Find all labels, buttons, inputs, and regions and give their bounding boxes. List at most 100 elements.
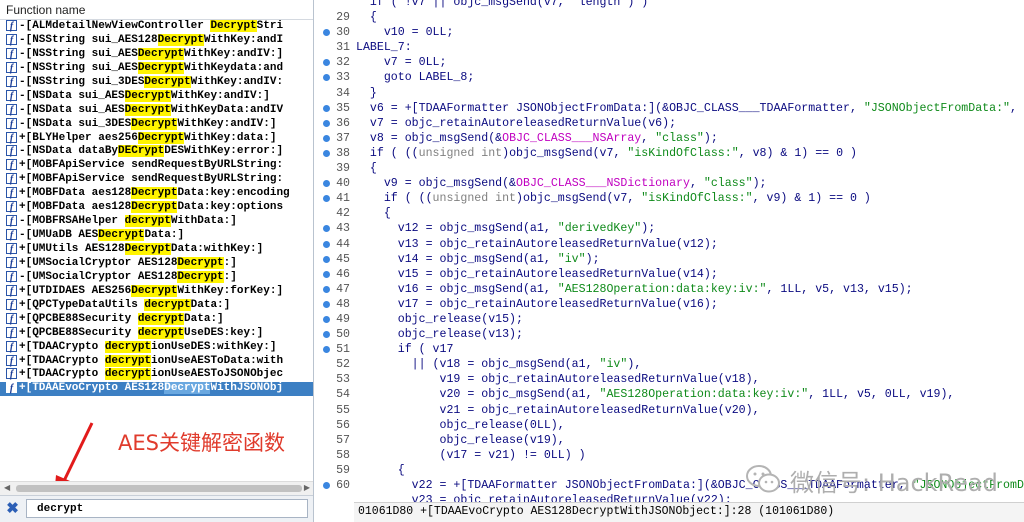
scroll-left-arrow-icon[interactable]: ◀ [4, 483, 10, 492]
code-line[interactable]: 45 v14 = objc_msgSend(a1, "iv"); [314, 252, 1024, 267]
code-token: unsigned int [418, 146, 503, 160]
breakpoint-dot-icon[interactable] [323, 482, 330, 489]
function-list-item[interactable]: f +[UMSocialCryptor AES128Decrypt:] [0, 256, 313, 271]
code-line[interactable]: 32 v7 = 0LL; [314, 55, 1024, 70]
code-token: )objc_msgSend(v7, [516, 192, 642, 206]
code-text: v10 = 0LL; [356, 25, 454, 40]
code-line[interactable]: 37 v8 = objc_msgSend(&OBJC_CLASS___NSArr… [314, 131, 1024, 146]
code-line[interactable]: 30 v10 = 0LL; [314, 25, 1024, 40]
breakpoint-dot-icon[interactable] [323, 180, 330, 188]
code-line[interactable]: 50 objc_release(v13); [314, 327, 1024, 342]
function-list-item[interactable]: f -[UMUaDB AESDecryptData:] [0, 229, 313, 243]
function-icon: f [6, 103, 17, 116]
function-list-item[interactable]: f +[TDAACrypto decryptionUseAESToJSONObje… [0, 368, 313, 382]
breakpoint-dot-icon[interactable] [323, 119, 330, 127]
code-line[interactable]: 52 || (v18 = objc_msgSend(a1, "iv"), [314, 357, 1024, 372]
horizontal-scrollbar[interactable]: ◀ ▶ [0, 481, 313, 495]
breakpoint-dot-icon[interactable] [323, 300, 330, 308]
close-filter-icon[interactable]: ✖ [5, 501, 20, 516]
function-name-prefix: -[ALMdetailNewViewController [19, 20, 211, 32]
function-list-item[interactable]: f +[QPCBE88Security decryptUseDES:key:] [0, 326, 313, 341]
code-line[interactable]: 31 LABEL_7: [314, 40, 1024, 55]
line-number: 52 [336, 358, 350, 372]
search-match-highlight: decrypt [137, 326, 185, 339]
code-line[interactable]: 56 objc_release(0LL), [314, 418, 1024, 433]
function-list-item[interactable]: f +[MOBFData aes128DecryptData:key:encodi… [0, 187, 313, 201]
code-token: objc_release(v19), [356, 433, 565, 447]
code-line[interactable]: 35 v6 = +[TDAAFormatter JSONObjectFromDa… [314, 101, 1024, 116]
function-icon: f [6, 117, 17, 130]
filter-input[interactable] [26, 499, 308, 518]
function-list-item[interactable]: f +[TDAAEvoCrypto AES128DecryptWithJSONOb… [0, 382, 313, 397]
function-list-item[interactable]: f -[NSString sui_AESDecryptWithKeydata:an… [0, 61, 313, 76]
code-line[interactable]: 40 v9 = objc_msgSend(&OBJC_CLASS___NSDic… [314, 176, 1024, 191]
function-list-item[interactable]: f -[NSString sui_3DESDecryptWithKey:andIV… [0, 75, 313, 90]
breakpoint-dot-icon[interactable] [323, 285, 330, 293]
code-text: { [356, 10, 377, 25]
function-list-item[interactable]: f -[NSData dataByDECryptDESWithKey:error:… [0, 145, 313, 159]
breakpoint-dot-icon[interactable] [323, 270, 330, 278]
function-list-item[interactable]: f +[QPCBE88Security decryptData:] [0, 312, 313, 327]
code-line[interactable]: 36 v7 = objc_retainAutoreleasedReturnVal… [314, 116, 1024, 131]
function-list-item[interactable]: f +[UMUtils AES128DecryptData:withKey:] [0, 243, 313, 257]
code-line[interactable]: 44 v13 = objc_retainAutoreleasedReturnVa… [314, 237, 1024, 252]
function-list-item[interactable]: f -[NSData sui_AESDecryptWithKey:andIV:] [0, 89, 313, 104]
breakpoint-dot-icon[interactable] [323, 74, 330, 82]
function-list-item[interactable]: f -[NSData sui_AESDecryptWithKeyData:andI… [0, 103, 313, 118]
code-line[interactable]: 39 { [314, 161, 1024, 176]
breakpoint-dot-icon[interactable] [323, 195, 330, 203]
function-name-suffix: :] [223, 256, 237, 269]
code-line[interactable]: 49 objc_release(v15); [314, 312, 1024, 327]
code-line[interactable]: 57 objc_release(v19), [314, 433, 1024, 448]
code-token: v9 = objc_msgSend(& [356, 177, 517, 191]
code-line[interactable]: if ( !v7 || objc_msgSend(v7, "length") ) [314, 0, 1024, 10]
function-name-suffix: ionUseAESToJSONObjec [151, 368, 284, 381]
code-line[interactable]: 58 (v17 = v21) != 0LL) ) [314, 448, 1024, 463]
function-list-item[interactable]: f -[NSData sui_3DESDecryptWithKey:andIV:] [0, 117, 313, 132]
code-line[interactable]: 55 v21 = objc_retainAutoreleasedReturnVa… [314, 403, 1024, 418]
function-list-item[interactable]: f -[NSString sui_AESDecryptWithKey:andIV:… [0, 47, 313, 62]
function-list-item[interactable]: f -[MOBFRSAHelper decryptWithData:] [0, 215, 313, 229]
function-list-item[interactable]: f +[MOBFData aes128DecryptData:key:option… [0, 201, 313, 215]
breakpoint-dot-icon[interactable] [323, 315, 330, 323]
code-text: if ( !v7 || objc_msgSend(v7, "length") ) [356, 0, 648, 10]
code-line[interactable]: 43 v12 = objc_msgSend(a1, "derivedKey"); [314, 221, 1024, 236]
code-line[interactable]: 48 v17 = objc_retainAutoreleasedReturnVa… [314, 297, 1024, 312]
code-line[interactable]: 33 goto LABEL_8; [314, 70, 1024, 85]
scroll-thumb[interactable] [16, 485, 302, 492]
breakpoint-dot-icon[interactable] [323, 346, 330, 354]
function-list-item[interactable]: f +[TDAACrypto decryptionUseAESToData:wit… [0, 354, 313, 369]
code-line[interactable]: 47 v16 = objc_msgSend(a1, "AES128Operati… [314, 282, 1024, 297]
function-list-item[interactable]: f -[NSString sui_AES128DecryptWithKey:and… [0, 33, 313, 48]
function-list-item[interactable]: f -[UMSocialCryptor AES128Decrypt:] [0, 270, 313, 285]
breakpoint-dot-icon[interactable] [323, 225, 330, 233]
function-list-item[interactable]: f +[TDAACrypto decryptionUseDES:withKey:] [0, 340, 313, 355]
code-line[interactable]: 54 v20 = objc_msgSend(a1, "AES128Operati… [314, 387, 1024, 402]
function-list-item[interactable]: f +[UTDIDAES AES256DecryptWithKey:forKey:… [0, 284, 313, 299]
function-list-item[interactable]: f +[MOBFApiService sendRequestByURLString… [0, 159, 313, 173]
breakpoint-dot-icon[interactable] [323, 104, 330, 112]
scroll-right-arrow-icon[interactable]: ▶ [304, 483, 310, 492]
breakpoint-dot-icon[interactable] [323, 149, 330, 157]
breakpoint-dot-icon[interactable] [323, 134, 330, 142]
function-list-item[interactable]: f +[BLYHelper aes256DecryptWithKey:data:] [0, 131, 313, 146]
line-number: 41 [336, 192, 350, 206]
code-text: if ( v17 [356, 342, 454, 357]
breakpoint-dot-icon[interactable] [323, 240, 330, 248]
code-line[interactable]: 42 { [314, 206, 1024, 221]
code-line[interactable]: 38 if ( ((unsigned int)objc_msgSend(v7, … [314, 146, 1024, 161]
code-line[interactable]: 51 if ( v17 [314, 342, 1024, 357]
breakpoint-dot-icon[interactable] [323, 29, 330, 37]
breakpoint-dot-icon[interactable] [323, 255, 330, 263]
code-line[interactable]: 34 } [314, 86, 1024, 101]
code-line[interactable]: 29 { [314, 10, 1024, 25]
code-line[interactable]: 53 v19 = objc_retainAutoreleasedReturnVa… [314, 372, 1024, 387]
breakpoint-dot-icon[interactable] [323, 331, 330, 339]
breakpoint-dot-icon[interactable] [323, 59, 330, 67]
function-name-prefix: +[UMSocialCryptor AES128 [19, 256, 178, 269]
function-list-item[interactable]: f -[ALMdetailNewViewController DecryptStr… [0, 20, 313, 34]
code-line[interactable]: 46 v15 = objc_retainAutoreleasedReturnVa… [314, 267, 1024, 282]
function-list-item[interactable]: f +[QPCTypeDataUtils decryptData:] [0, 298, 313, 313]
function-list-item[interactable]: f +[MOBFApiService sendRequestByURLString… [0, 173, 313, 187]
code-line[interactable]: 41 if ( ((unsigned int)objc_msgSend(v7, … [314, 191, 1024, 206]
